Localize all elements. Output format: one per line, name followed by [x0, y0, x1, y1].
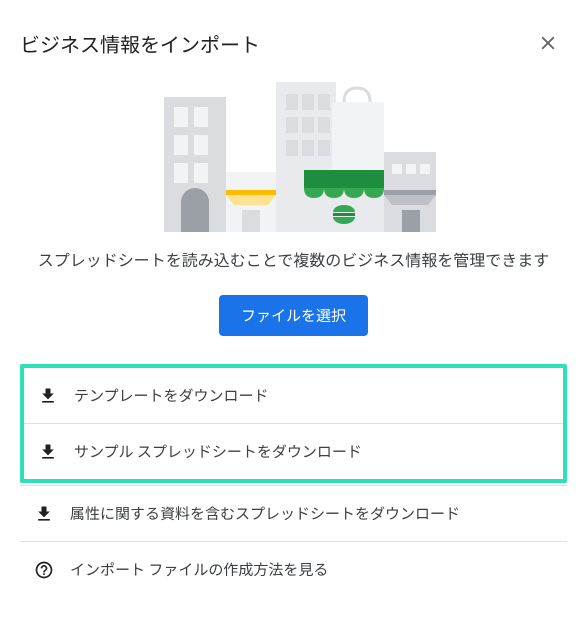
buildings-illustration — [20, 72, 567, 232]
how-to-create-link[interactable]: インポート ファイルの作成方法を見る — [20, 542, 567, 597]
dialog-header: ビジネス情報をインポート — [20, 24, 567, 62]
download-icon — [36, 386, 60, 406]
select-file-button[interactable]: ファイルを選択 — [219, 295, 368, 336]
download-icon — [36, 442, 60, 462]
help-icon — [32, 560, 56, 580]
how-to-create-label: インポート ファイルの作成方法を見る — [70, 559, 328, 580]
download-icon — [32, 504, 56, 524]
dialog-title: ビジネス情報をインポート — [20, 29, 260, 58]
close-icon — [537, 32, 559, 54]
download-attributes-label: 属性に関する資料を含むスプレッドシートをダウンロード — [70, 503, 460, 524]
dialog-description: スプレッドシートを読み込むことで複数のビジネス情報を管理できます — [20, 246, 567, 273]
download-template-label: テンプレートをダウンロード — [74, 385, 269, 406]
download-sample-link[interactable]: サンプル スプレッドシートをダウンロード — [24, 423, 563, 479]
import-dialog: ビジネス情報をインポート — [0, 0, 587, 597]
download-template-link[interactable]: テンプレートをダウンロード — [24, 368, 563, 423]
download-sample-label: サンプル スプレッドシートをダウンロード — [74, 441, 362, 462]
close-button[interactable] — [529, 24, 567, 62]
highlighted-downloads: テンプレートをダウンロード サンプル スプレッドシートをダウンロード — [20, 364, 567, 483]
download-attributes-link[interactable]: 属性に関する資料を含むスプレッドシートをダウンロード — [20, 486, 567, 541]
